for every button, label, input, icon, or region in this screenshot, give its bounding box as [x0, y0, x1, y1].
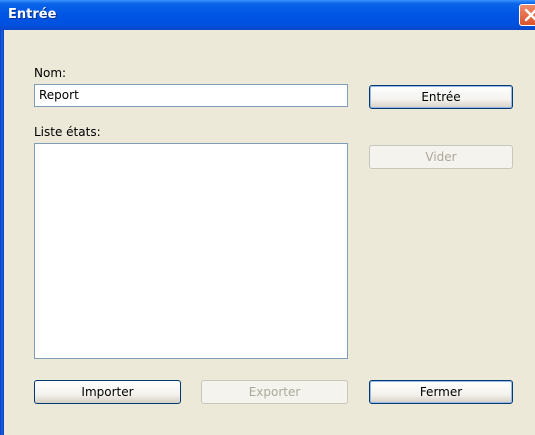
nom-label: Nom:	[34, 66, 67, 80]
title-bar[interactable]: Entrée	[0, 0, 535, 30]
dialog-window: Entrée Nom: Report Entrée Liste états: V…	[0, 0, 535, 435]
close-x-icon	[524, 8, 535, 22]
vider-button[interactable]: Vider	[369, 145, 513, 169]
exporter-button[interactable]: Exporter	[201, 380, 348, 404]
window-frame-left	[0, 30, 4, 435]
entree-button[interactable]: Entrée	[369, 85, 513, 109]
liste-etats-label: Liste états:	[34, 125, 101, 139]
importer-button[interactable]: Importer	[34, 380, 181, 404]
close-button[interactable]	[519, 4, 535, 26]
liste-etats-listbox[interactable]	[34, 143, 348, 359]
window-title: Entrée	[8, 7, 57, 22]
nom-input[interactable]: Report	[34, 84, 348, 107]
fermer-button[interactable]: Fermer	[369, 380, 513, 404]
